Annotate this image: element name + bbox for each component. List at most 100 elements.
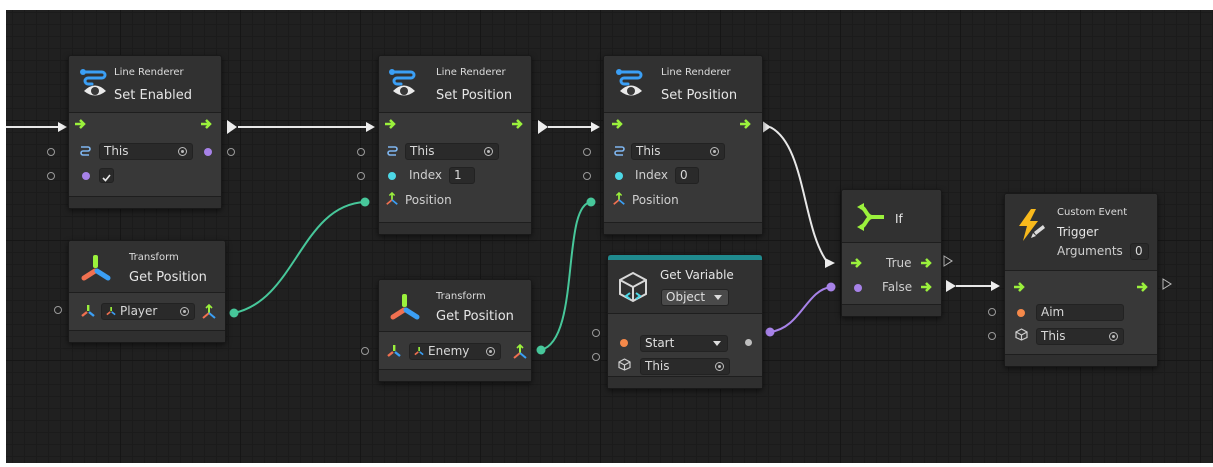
variable-name-value: Start: [645, 336, 675, 350]
target-selector-icon[interactable]: [484, 147, 493, 156]
index-field[interactable]: 1: [449, 167, 475, 184]
index-field[interactable]: 0: [675, 167, 699, 184]
condition-in-port[interactable]: [854, 284, 862, 292]
node-get-position-player[interactable]: Transform Get Position Player: [68, 240, 226, 343]
target-selector-icon[interactable]: [178, 147, 187, 156]
false-label: False: [882, 280, 913, 294]
node-category: Custom Event: [1057, 207, 1128, 218]
target-field[interactable]: Enemy: [409, 343, 501, 360]
flow-in-port[interactable]: [851, 258, 864, 268]
target-field-value: Enemy: [428, 344, 470, 358]
flow-wire-3: [769, 126, 829, 264]
string-in-port[interactable]: [620, 339, 628, 347]
node-category: Transform: [436, 291, 486, 302]
target-field-value: This: [1041, 329, 1066, 343]
line-renderer-icon: [80, 69, 107, 96]
flow-in-port[interactable]: [75, 119, 88, 129]
target-field-value: This: [645, 359, 670, 373]
target-field-value: Player: [120, 304, 158, 318]
index-label: Index: [635, 168, 669, 182]
variable-cube-icon: [619, 271, 647, 303]
target-field-value: This: [104, 144, 129, 158]
line-renderer-icon: [389, 69, 416, 96]
true-out-port[interactable]: [921, 258, 934, 268]
object-out-port[interactable]: [204, 148, 212, 156]
node-title: Set Position: [661, 88, 738, 103]
int-in-port[interactable]: [615, 172, 623, 180]
variable-name-dropdown[interactable]: Start: [640, 335, 728, 352]
line-renderer-icon: [387, 146, 398, 156]
arguments-count-field[interactable]: 0: [1130, 243, 1149, 260]
node-title: Set Position: [436, 88, 513, 103]
node-set-enabled[interactable]: Line Renderer Set Enabled This: [68, 55, 222, 209]
node-title: Trigger: [1057, 225, 1099, 239]
transform-icon: [414, 347, 424, 356]
value-out-port[interactable]: [745, 339, 752, 346]
enabled-checkbox[interactable]: [99, 168, 114, 183]
object-cube-icon: [1015, 328, 1028, 341]
target-selector-icon[interactable]: [180, 307, 189, 316]
target-field-value: This: [410, 144, 435, 158]
variable-kind-value: Object: [666, 290, 706, 304]
target-selector-icon[interactable]: [486, 347, 495, 356]
target-field[interactable]: This: [405, 143, 499, 160]
target-field[interactable]: This: [1036, 328, 1124, 345]
vector3-icon[interactable]: [512, 344, 528, 360]
node-get-variable[interactable]: Get Variable Object Start This: [607, 254, 763, 389]
target-field[interactable]: Player: [101, 303, 195, 320]
node-title: If: [895, 212, 903, 226]
vector3-icon: [386, 192, 398, 205]
lightning-icon: [1019, 209, 1045, 241]
position-label: Position: [405, 193, 452, 207]
if-branch-icon: [857, 203, 884, 231]
node-title: Get Position: [436, 309, 514, 324]
vector3-icon[interactable]: [201, 304, 217, 320]
node-set-position-1[interactable]: Line Renderer Set Position This Index 1 …: [378, 55, 532, 235]
target-field[interactable]: This: [640, 358, 730, 375]
node-if[interactable]: If True False: [841, 189, 942, 317]
transform-icon: [106, 307, 116, 316]
vector-wire-enemy: [540, 201, 592, 351]
node-category: Line Renderer: [114, 67, 184, 78]
int-in-port[interactable]: [388, 172, 396, 180]
graph-canvas[interactable]: Line Renderer Set Enabled This Transform…: [6, 10, 1213, 463]
target-field[interactable]: This: [99, 143, 193, 160]
target-field-value: This: [636, 144, 661, 158]
node-get-position-enemy[interactable]: Transform Get Position Enemy: [378, 279, 532, 382]
transform-icon: [390, 294, 420, 320]
flow-out-port[interactable]: [1137, 282, 1150, 292]
checkmark-icon: [102, 174, 111, 182]
event-name-field[interactable]: Aim: [1036, 304, 1124, 321]
flow-out-port[interactable]: [740, 119, 753, 129]
node-custom-event-trigger[interactable]: Custom Event Trigger Arguments 0 Aim Thi…: [1004, 193, 1158, 367]
vector-wire-player: [233, 201, 366, 314]
flow-out-port[interactable]: [512, 119, 525, 129]
bool-in-port[interactable]: [82, 172, 90, 180]
variable-kind-dropdown[interactable]: Object: [661, 289, 729, 306]
target-selector-icon[interactable]: [1109, 332, 1118, 341]
flow-in-port[interactable]: [385, 119, 398, 129]
string-in-port[interactable]: [1017, 309, 1025, 317]
transform-icon: [81, 305, 95, 317]
target-selector-icon[interactable]: [710, 147, 719, 156]
node-category: Line Renderer: [436, 67, 506, 78]
node-category: Line Renderer: [661, 67, 731, 78]
line-renderer-icon: [616, 69, 643, 96]
chevron-down-icon: [713, 341, 721, 346]
vector3-icon: [613, 192, 625, 205]
object-cube-icon: [618, 358, 631, 371]
true-label: True: [886, 256, 912, 270]
flow-out-port[interactable]: [201, 119, 214, 129]
false-out-port[interactable]: [921, 282, 934, 292]
target-selector-icon[interactable]: [715, 362, 724, 371]
index-label: Index: [409, 168, 443, 182]
node-set-position-0[interactable]: Line Renderer Set Position This Index 0 …: [603, 55, 763, 235]
transform-icon: [81, 255, 111, 281]
chevron-down-icon: [714, 295, 722, 300]
line-renderer-icon: [614, 146, 625, 156]
target-field[interactable]: This: [631, 143, 725, 160]
node-category: Transform: [129, 252, 179, 263]
flow-in-port[interactable]: [612, 119, 625, 129]
node-title: Get Position: [129, 270, 207, 285]
flow-in-port[interactable]: [1014, 282, 1027, 292]
